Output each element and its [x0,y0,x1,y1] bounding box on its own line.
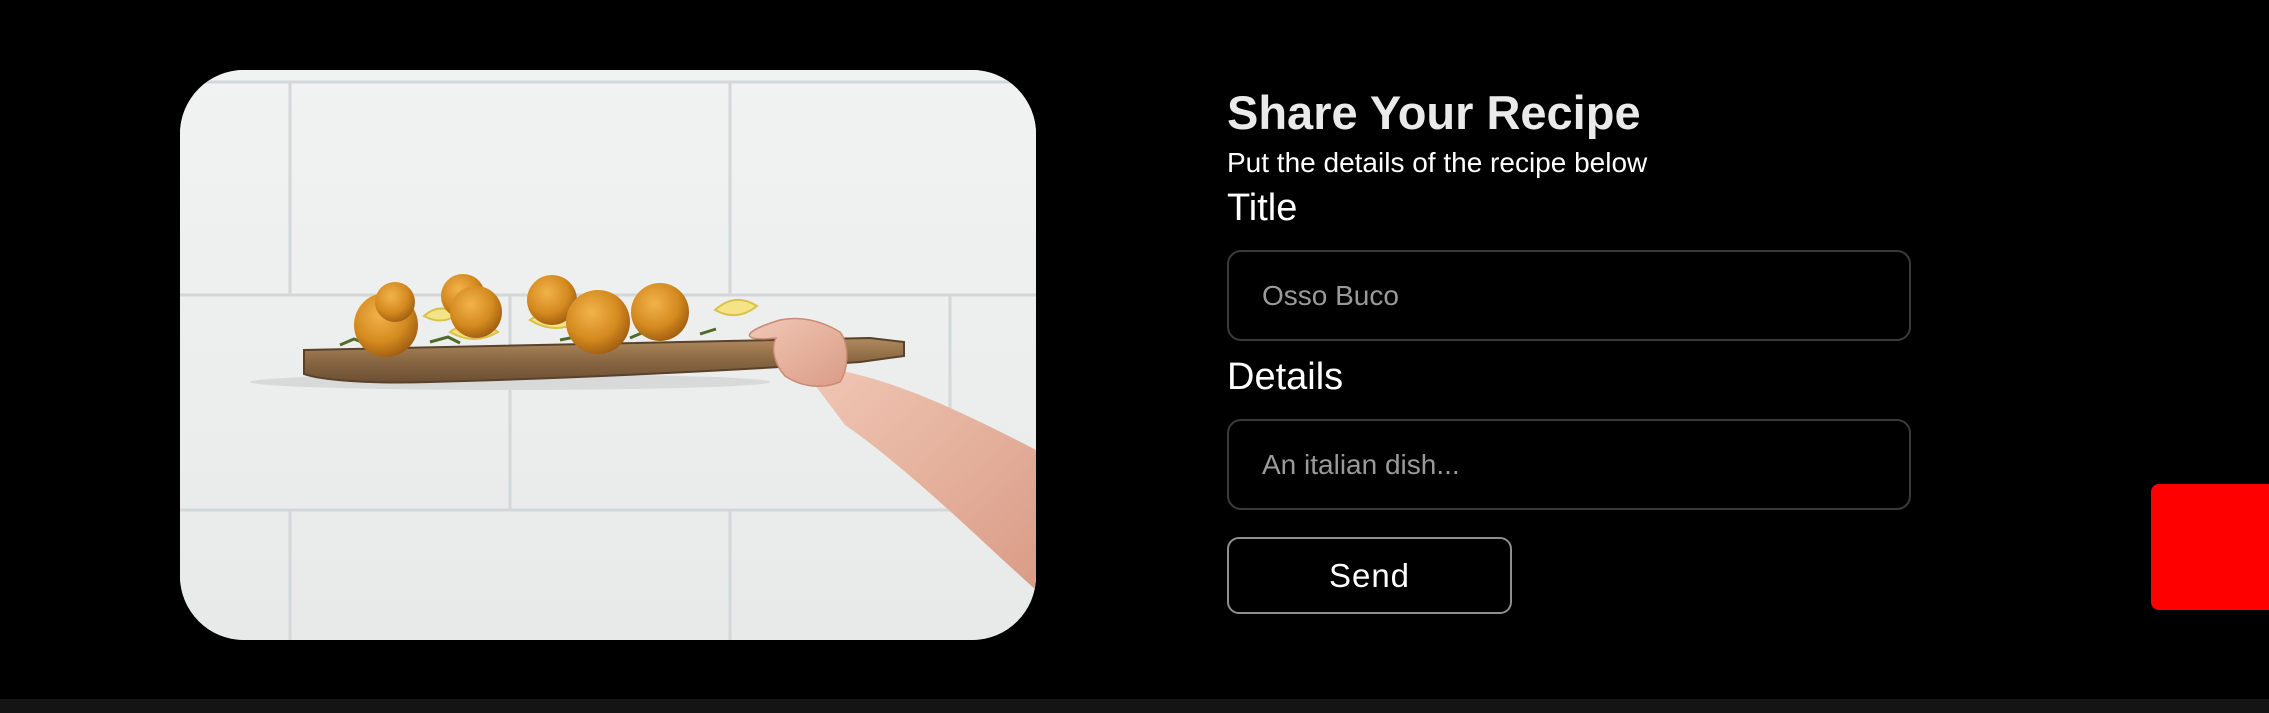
food-board-illustration [180,70,1036,640]
title-input[interactable] [1227,250,1911,341]
details-label: Details [1227,356,1344,398]
recipe-form: Share Your Recipe Put the details of the… [1227,84,1911,614]
title-label: Title [1227,187,1298,229]
page-bottom-divider [0,699,2269,713]
recipe-photo [180,70,1036,640]
page-subtitle: Put the details of the recipe below [1227,147,1648,178]
send-button[interactable]: Send [1227,537,1512,614]
side-tab-button[interactable] [2151,484,2269,610]
details-input[interactable] [1227,419,1911,510]
recipe-page: Share Your Recipe Put the details of the… [0,0,2269,713]
page-title: Share Your Recipe [1227,86,1641,139]
